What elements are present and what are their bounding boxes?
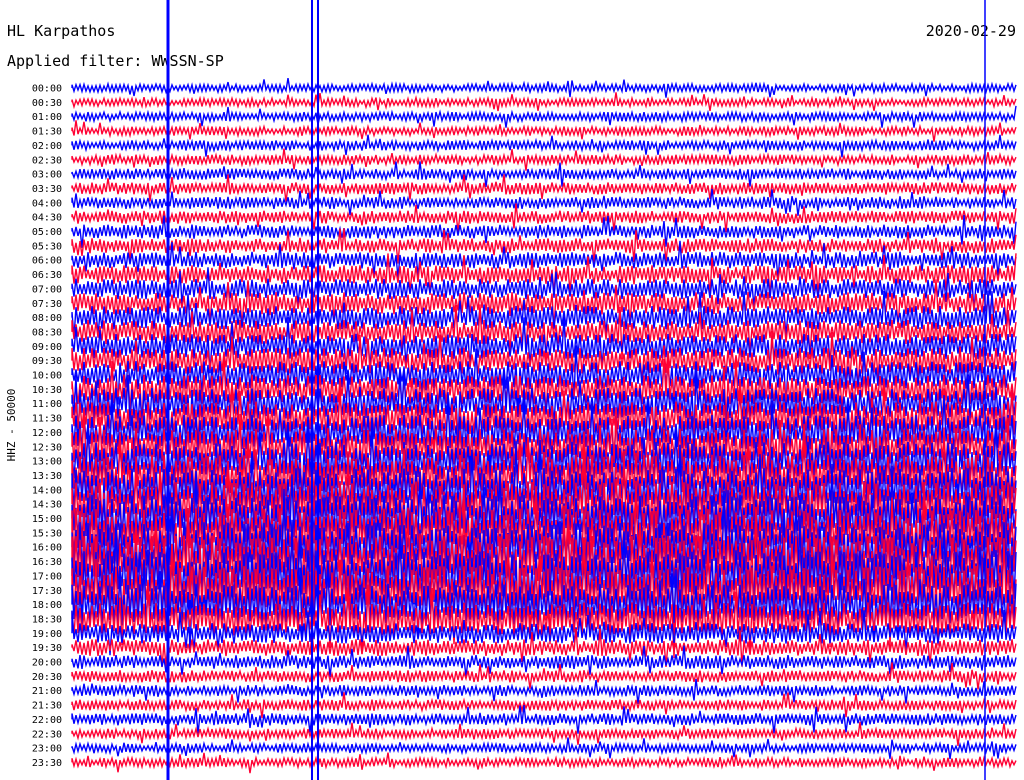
trace-row (71, 120, 1017, 142)
time-tick-label: 02:00 (32, 141, 62, 152)
trace-row (71, 721, 1017, 746)
time-tick-label: 18:30 (32, 614, 62, 625)
time-tick-label: 00:30 (32, 98, 62, 109)
filter-label: Applied filter: WWSSN-SP (7, 52, 224, 70)
time-tick-label: 00:00 (32, 84, 62, 95)
time-tick-label: 13:30 (32, 471, 62, 482)
time-tick-label: 17:30 (32, 586, 62, 597)
time-tick-label: 01:00 (32, 112, 62, 123)
time-tick-label: 05:30 (32, 241, 62, 252)
time-tick-label: 18:00 (32, 600, 62, 611)
time-tick-label: 21:00 (32, 686, 62, 697)
time-tick-label: 08:00 (32, 313, 62, 324)
trace-row (71, 77, 1017, 98)
time-tick-label: 17:00 (32, 571, 62, 582)
time-tick-label: 04:30 (32, 213, 62, 224)
time-tick-label: 03:30 (32, 184, 62, 195)
time-tick-label: 15:00 (32, 514, 62, 525)
time-tick-label: 04:00 (32, 198, 62, 209)
time-tick-label: 10:00 (32, 371, 62, 382)
time-tick-label: 14:30 (32, 500, 62, 511)
time-tick-label: 02:30 (32, 155, 62, 166)
trace-row (71, 692, 1017, 719)
time-tick-label: 09:30 (32, 356, 62, 367)
trace-row (71, 161, 1017, 187)
time-tick-label: 05:00 (32, 227, 62, 238)
helicorder-chart: HL Karpathos 2020-02-29 Applied filter: … (5, 0, 1017, 780)
time-tick-label: 19:00 (32, 629, 62, 640)
time-tick-label: 12:30 (32, 442, 62, 453)
trace-row (71, 678, 1017, 704)
trace-row (71, 752, 1017, 774)
time-tick-label: 06:00 (32, 256, 62, 267)
time-tick-label: 20:30 (32, 672, 62, 683)
time-tick-label: 15:30 (32, 528, 62, 539)
time-tick-label: 21:30 (32, 701, 62, 712)
time-tick-label: 22:30 (32, 729, 62, 740)
time-tick-label: 11:30 (32, 414, 62, 425)
trace-row (71, 174, 1017, 202)
time-tick-label: 10:30 (32, 385, 62, 396)
time-tick-label: 20:00 (32, 658, 62, 669)
time-tick-label: 19:30 (32, 643, 62, 654)
time-tick-label: 22:00 (32, 715, 62, 726)
time-tick-label: 09:00 (32, 342, 62, 353)
time-tick-label: 23:30 (32, 758, 62, 769)
time-tick-label: 07:30 (32, 299, 62, 310)
date-label: 2020-02-29 (926, 22, 1016, 40)
time-tick-label: 16:00 (32, 543, 62, 554)
time-tick-label: 16:30 (32, 557, 62, 568)
time-tick-label: 01:30 (32, 127, 62, 138)
trace-row (71, 737, 1017, 760)
time-tick-label: 14:00 (32, 485, 62, 496)
time-tick-label: 07:00 (32, 284, 62, 295)
time-tick-labels: 00:00 00:30 01:00 01:30 02:00 02:30 03:00 03:30… (32, 84, 62, 769)
time-tick-label: 23:00 (32, 744, 62, 755)
channel-axis-label: HHZ - 50000 (5, 389, 18, 462)
time-tick-label: 11:00 (32, 399, 62, 410)
time-tick-label: 08:30 (32, 327, 62, 338)
time-tick-label: 06:30 (32, 270, 62, 281)
trace-row (71, 92, 1017, 112)
trace-row (71, 134, 1017, 158)
time-tick-label: 12:00 (32, 428, 62, 439)
time-tick-label: 03:00 (32, 170, 62, 181)
seismic-traces (71, 0, 1017, 780)
station-title: HL Karpathos (7, 22, 115, 40)
trace-row (71, 148, 1017, 171)
trace-row (71, 188, 1017, 216)
time-tick-label: 13:00 (32, 457, 62, 468)
